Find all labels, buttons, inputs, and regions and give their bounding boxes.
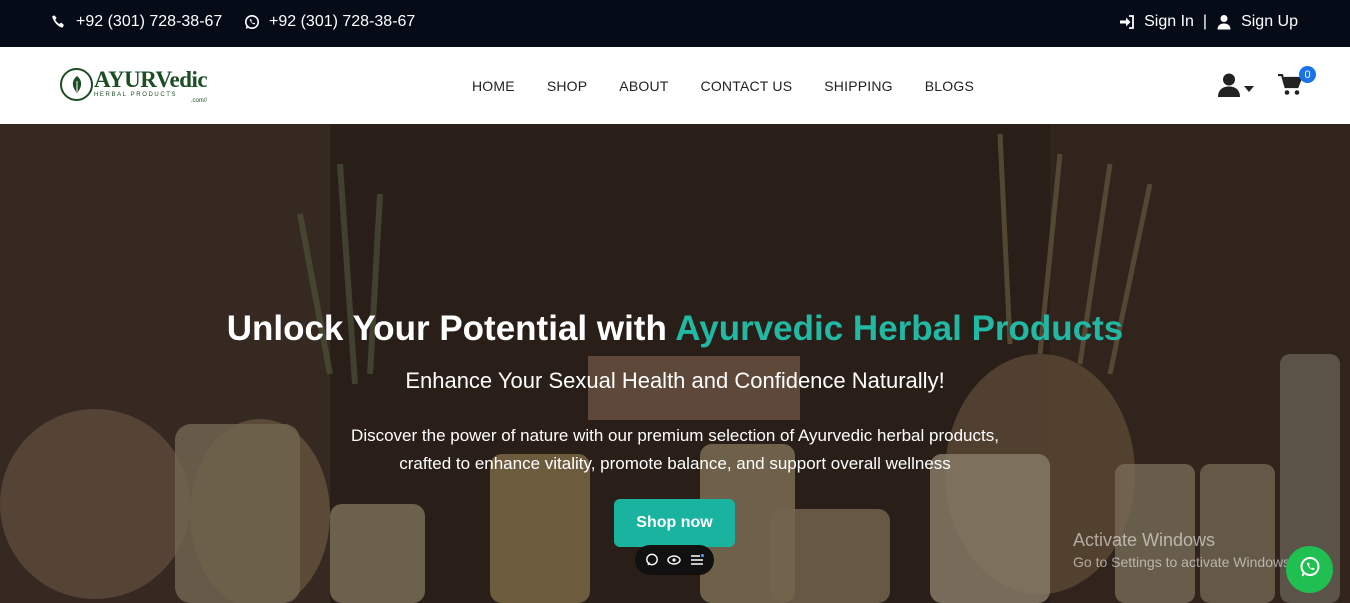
top-bar: +92 (301) 728-38-67 +92 (301) 728-38-67 … [0,0,1350,47]
nav-shipping[interactable]: SHIPPING [824,78,893,94]
nav-shop[interactable]: SHOP [547,78,587,94]
list-icon[interactable] [690,553,704,567]
hero-description: Discover the power of nature with our pr… [351,426,999,473]
account-dropdown[interactable] [1218,73,1254,102]
nav-home[interactable]: HOME [472,78,515,94]
main-menu: HOME SHOP ABOUT CONTACT US SHIPPING BLOG… [472,78,974,94]
cart-button[interactable]: 0 [1278,66,1316,101]
user-icon [1216,14,1232,30]
whatsapp-float-icon [1298,555,1322,584]
activate-windows-watermark: Activate Windows Go to Settings to activ… [1073,530,1294,570]
nav-actions: 0 [1218,66,1316,102]
main-navbar: AYURVedic HERBAL PRODUCTS .com// HOME SH… [0,47,1350,124]
sign-in-icon [1119,14,1135,30]
whatsapp-icon [244,14,260,30]
hero-title-main: Unlock Your Potential with [226,309,676,348]
auth-links: Sign In | Sign Up [1119,13,1298,31]
chat-icon[interactable] [645,553,659,567]
nav-contact-us[interactable]: CONTACT US [701,78,793,94]
nav-blogs[interactable]: BLOGS [925,78,974,94]
leaf-logo-icon [60,68,93,101]
eye-icon[interactable] [667,553,682,567]
hero-banner: Unlock Your Potential with Ayurvedic Her… [0,124,1350,603]
floating-toolbar [635,545,714,575]
phone-contact[interactable]: +92 (301) 728-38-67 [51,13,222,31]
sign-in-link[interactable]: Sign In [1119,13,1194,31]
sign-up-link[interactable]: Sign Up [1216,13,1298,31]
sign-in-label[interactable]: Sign In [1144,13,1194,31]
logo-brand: AYURVedic [94,67,208,92]
watermark-subtitle: Go to Settings to activate Windows. [1073,554,1294,570]
account-icon [1218,73,1240,102]
phone-icon [51,14,67,30]
nav-about[interactable]: ABOUT [619,78,668,94]
whatsapp-number[interactable]: +92 (301) 728-38-67 [269,13,415,31]
logo-text: AYURVedic HERBAL PRODUCTS .com// [94,67,208,104]
logo-domain: .com// [190,98,208,104]
hero-title-highlight: Ayurvedic Herbal Products [675,309,1124,348]
auth-divider: | [1202,13,1208,30]
sign-up-label[interactable]: Sign Up [1241,13,1298,31]
cart-icon [1278,73,1303,100]
hero-subtitle: Enhance Your Sexual Health and Confidenc… [405,368,945,393]
whatsapp-chat-button[interactable] [1286,546,1333,593]
shop-now-button[interactable]: Shop now [614,499,735,547]
caret-down-icon [1244,79,1254,97]
hero-title: Unlock Your Potential with Ayurvedic Her… [0,309,1350,349]
cart-count-badge: 0 [1299,66,1316,83]
whatsapp-contact[interactable]: +92 (301) 728-38-67 [244,13,415,31]
watermark-title: Activate Windows [1073,530,1216,550]
site-logo[interactable]: AYURVedic HERBAL PRODUCTS .com// [60,67,208,104]
phone-number[interactable]: +92 (301) 728-38-67 [76,13,222,31]
